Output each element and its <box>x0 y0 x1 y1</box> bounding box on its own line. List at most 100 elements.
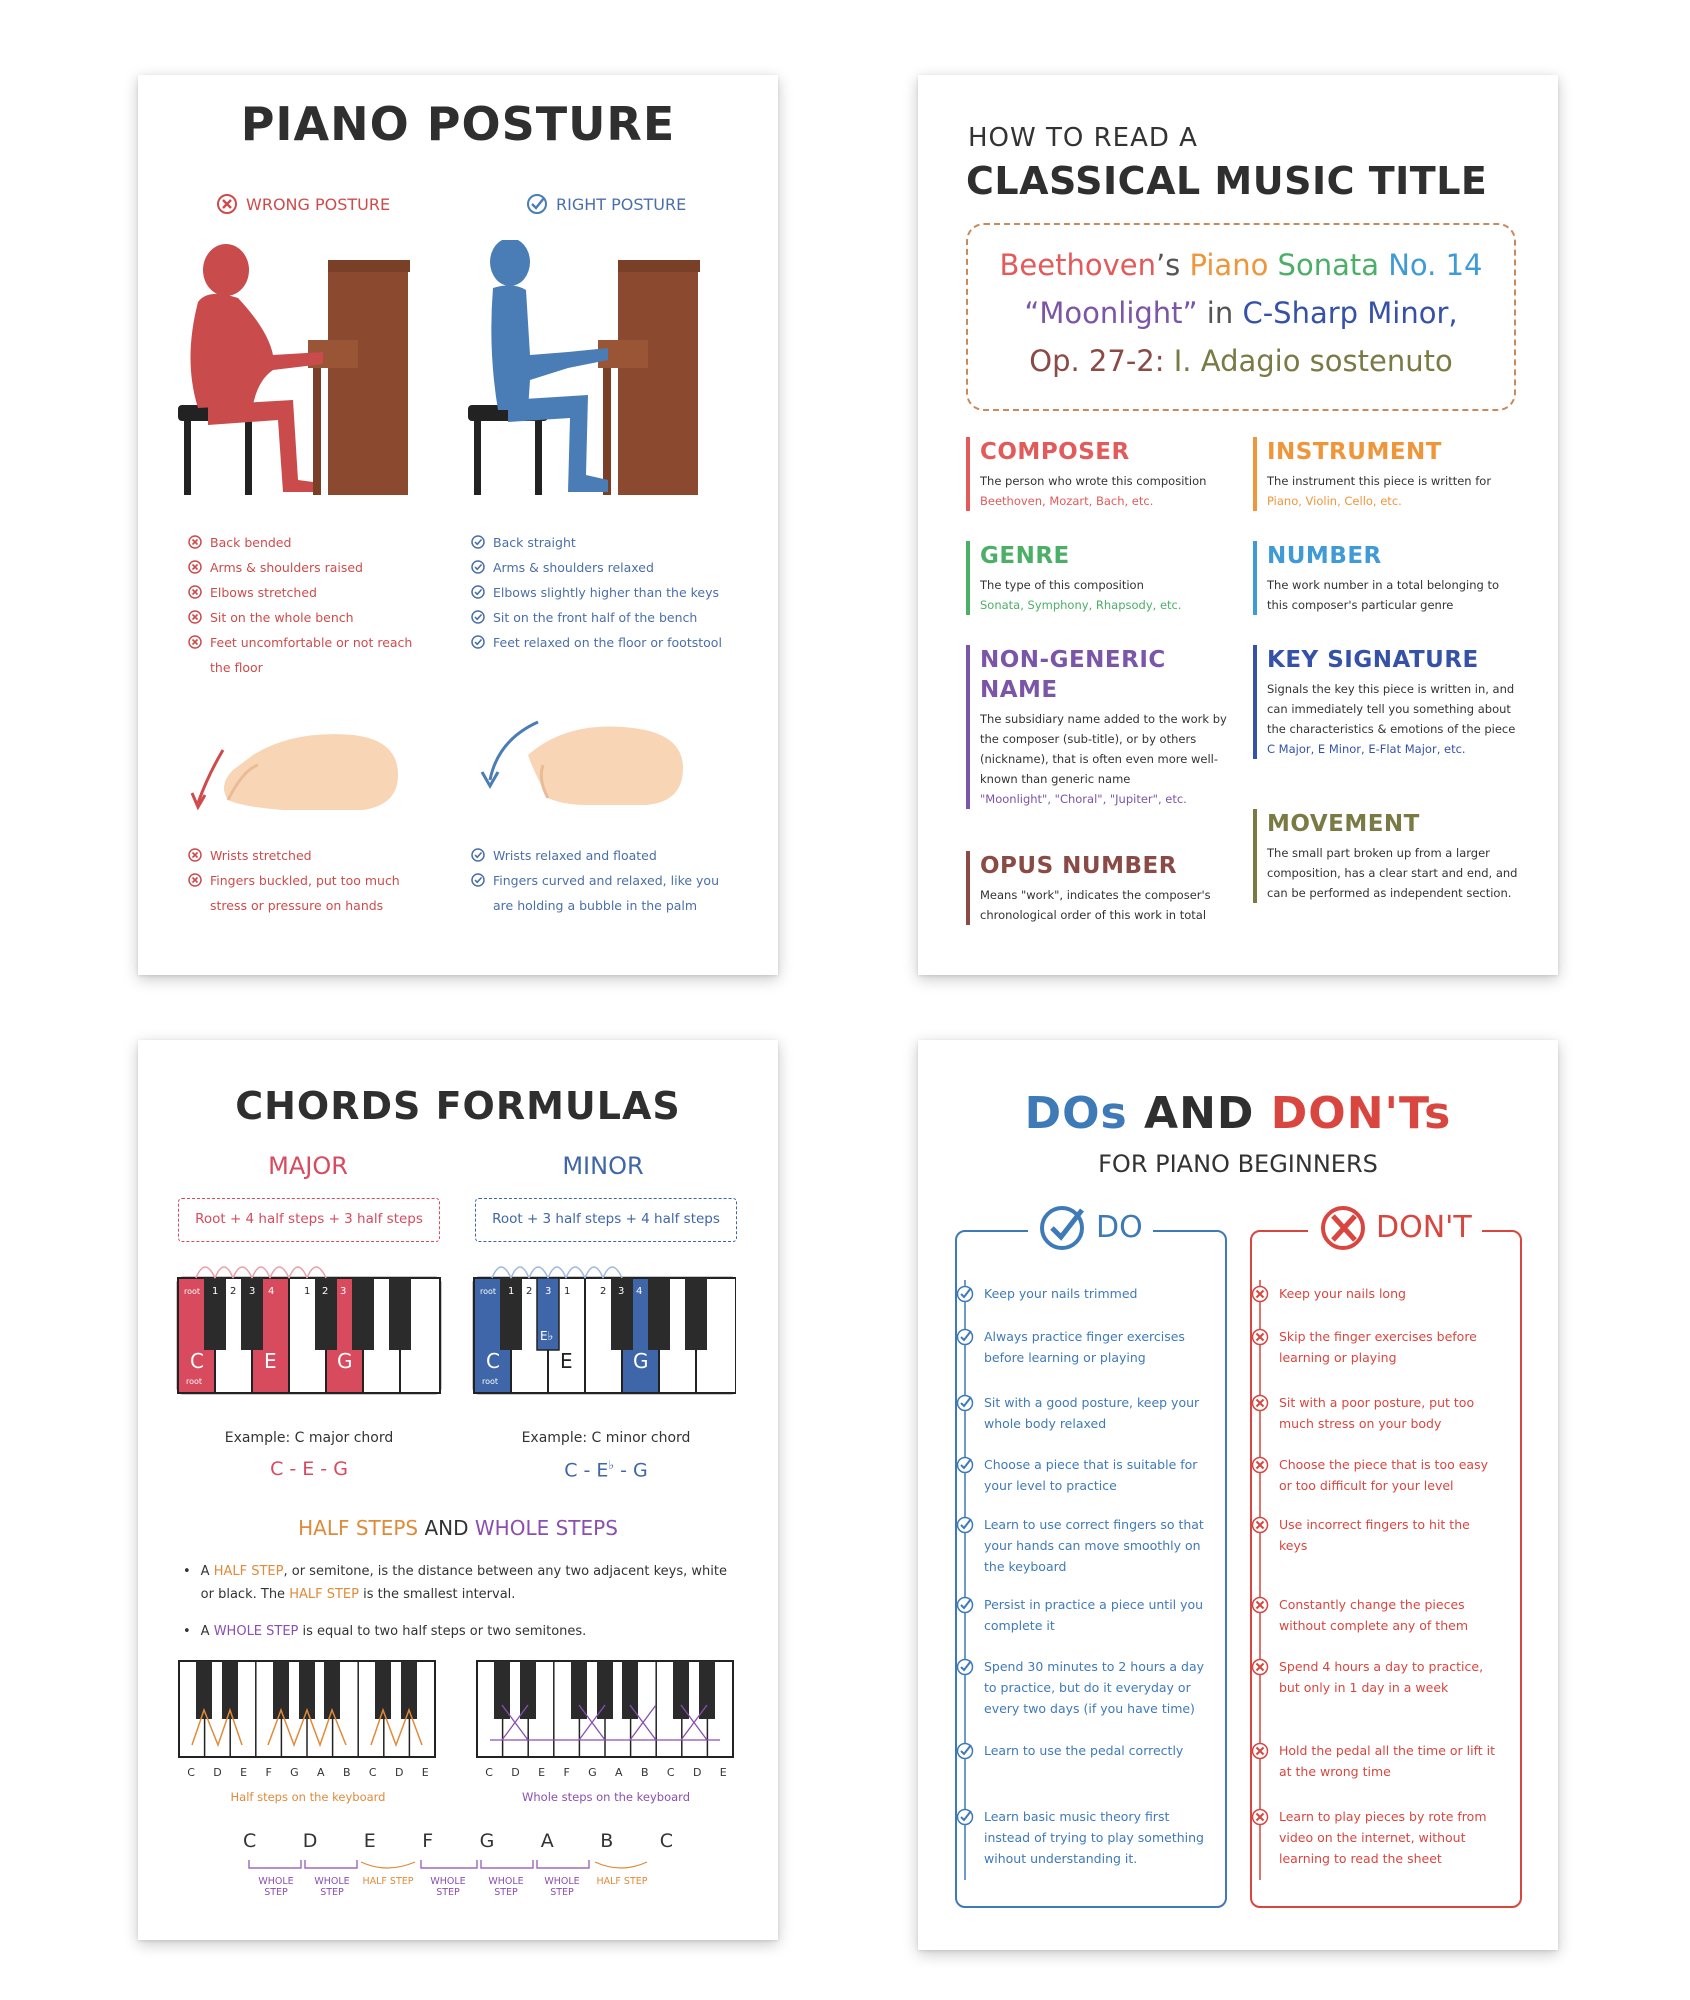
root-label: root <box>482 1377 498 1386</box>
right-posture-illustration <box>468 240 700 495</box>
key-letter: E <box>719 1766 727 1779</box>
dont-label: DON'T <box>1376 1209 1472 1245</box>
item-text: Elbows slightly higher than the keys <box>493 585 720 600</box>
x-circle-icon <box>1321 1206 1365 1250</box>
category-title: OPUS NUMBER <box>980 853 1177 879</box>
item-text: Arms & shoulders relaxed <box>493 560 654 575</box>
category-key: KEY SIGNATURE Signals the key this piece… <box>1253 645 1523 759</box>
example-key: C-Sharp Minor, <box>1242 296 1458 330</box>
note-e: E <box>560 1349 573 1373</box>
check-circle-icon <box>956 1328 974 1346</box>
major-notes: C - E - G <box>270 1458 348 1480</box>
bullet-whole-step: • A WHOLE STEP is equal to two half step… <box>183 1624 587 1639</box>
dont-item: Sit with a poor posture, put too much st… <box>1251 1392 1501 1434</box>
dont-item: Skip the finger exercises before learnin… <box>1251 1326 1501 1368</box>
item-text: Learn to use the pedal correctly <box>984 1743 1184 1758</box>
item-text: Arms & shoulders raised <box>210 560 363 575</box>
item-text: Sit with a good posture, keep your whole… <box>984 1395 1200 1431</box>
dont-item: Keep your nails long <box>1251 1283 1501 1304</box>
check-circle-icon <box>471 848 485 862</box>
item-text: Back bended <box>210 535 292 550</box>
check-circle-icon <box>471 535 485 549</box>
key-letter: A <box>615 1766 623 1779</box>
item-text: Skip the finger exercises before learnin… <box>1279 1329 1477 1365</box>
key-letter: D <box>692 1766 702 1779</box>
list-item: Sit on the whole bench <box>188 605 428 630</box>
item-text: Sit on the front half of the bench <box>493 610 698 625</box>
step-count: 2 <box>230 1286 236 1297</box>
list-item: Back straight <box>471 530 751 555</box>
step-count: 2 <box>600 1286 606 1297</box>
step-label: WHOLE STEP <box>430 1876 466 1898</box>
title-dont: DON'Ts <box>1270 1088 1452 1139</box>
major-formula: Root + 4 half steps + 3 half steps <box>178 1198 440 1242</box>
item-text: Back straight <box>493 535 576 550</box>
right-posture-label: RIGHT POSTURE <box>556 194 687 214</box>
and-text: AND <box>418 1516 475 1540</box>
example-name: “Moonlight” <box>1024 296 1198 330</box>
x-circle-icon <box>1251 1285 1269 1303</box>
title-and: AND <box>1127 1088 1271 1139</box>
item-text: Fingers curved and relaxed, like you are… <box>493 873 719 913</box>
category-desc: Means "work", indicates the composer's c… <box>980 888 1211 922</box>
check-circle-icon <box>471 873 485 887</box>
key-letter: F <box>563 1766 570 1779</box>
scale-note: C <box>659 1830 673 1852</box>
key-letter: B <box>640 1766 649 1779</box>
category-desc: The instrument this piece is written for <box>1267 474 1492 488</box>
item-text: Wrists stretched <box>210 848 312 863</box>
minor-label: MINOR <box>562 1152 644 1180</box>
list-item: Fingers curved and relaxed, like you are… <box>471 868 741 918</box>
example-apostrophe: ’s <box>1155 248 1181 282</box>
key-letter: E <box>538 1766 546 1779</box>
check-circle-icon <box>956 1456 974 1474</box>
category-example: Sonata, Symphony, Rhapsody, etc. <box>980 598 1182 612</box>
item-text: Hold the pedal all the time or lift it a… <box>1279 1743 1495 1779</box>
piano-posture-poster: PIANO POSTURE WRONG POSTURE RIGHT POSTUR… <box>138 75 778 975</box>
do-item: Choose a piece that is suitable for your… <box>956 1454 1206 1496</box>
whole-step-term: WHOLE STEP <box>213 1624 299 1639</box>
key-letter: D <box>394 1766 404 1779</box>
category-composer: COMPOSER The person who wrote this compo… <box>966 437 1236 511</box>
wrong-hand-list: Wrists stretched Fingers buckled, put to… <box>188 843 428 918</box>
category-desc: The work number in a total belonging to … <box>1267 578 1500 612</box>
list-item: Arms & shoulders relaxed <box>471 555 751 580</box>
category-number: NUMBER The work number in a total belong… <box>1253 541 1523 615</box>
dont-timeline <box>1259 1280 1261 1880</box>
example-composer: Beethoven <box>999 248 1156 282</box>
step-count: 4 <box>636 1286 642 1297</box>
dos-and-donts-poster: DOs AND DON'Ts FOR PIANO BEGINNERS DO DO… <box>918 1040 1558 1950</box>
check-circle-icon <box>956 1285 974 1303</box>
item-text: Choose the piece that is too easy or too… <box>1279 1457 1488 1493</box>
x-circle-icon <box>1251 1328 1269 1346</box>
item-text: Sit on the whole bench <box>210 610 354 625</box>
text: is equal to two half steps or two semito… <box>298 1624 587 1639</box>
list-item: Back bended <box>188 530 428 555</box>
step-count: 3 <box>340 1286 346 1297</box>
right-hand-illustration <box>480 720 683 805</box>
item-text: Feet uncomfortable or not reach the floo… <box>210 635 413 675</box>
category-title: NON-GENERIC NAME <box>980 647 1166 703</box>
step-label: WHOLE STEP <box>488 1876 524 1898</box>
x-circle-icon <box>1251 1658 1269 1676</box>
step-count: 3 <box>545 1286 551 1297</box>
scale-note: E <box>363 1830 376 1852</box>
item-text: Elbows stretched <box>210 585 317 600</box>
item-text: Learn basic music theory first instead o… <box>984 1809 1204 1866</box>
check-circle-icon <box>471 585 485 599</box>
x-circle-icon <box>188 635 202 649</box>
half-step-term: HALF STEP <box>213 1564 284 1579</box>
step-count: 2 <box>322 1286 328 1297</box>
list-item: Elbows stretched <box>188 580 428 605</box>
category-example: Beethoven, Mozart, Bach, etc. <box>980 494 1154 508</box>
kicker: HOW TO READ A <box>968 123 1198 153</box>
do-heading: DO <box>1028 1202 1153 1252</box>
category-title: MOVEMENT <box>1267 811 1420 837</box>
right-posture-list: Back straight Arms & shoulders relaxed E… <box>471 530 751 655</box>
key-letter: C <box>187 1766 195 1779</box>
list-item: Wrists stretched <box>188 843 428 868</box>
x-circle-icon <box>188 610 202 624</box>
x-circle-icon <box>188 848 202 862</box>
x-circle-icon <box>188 873 202 887</box>
half-step-term: HALF STEP <box>289 1587 359 1602</box>
